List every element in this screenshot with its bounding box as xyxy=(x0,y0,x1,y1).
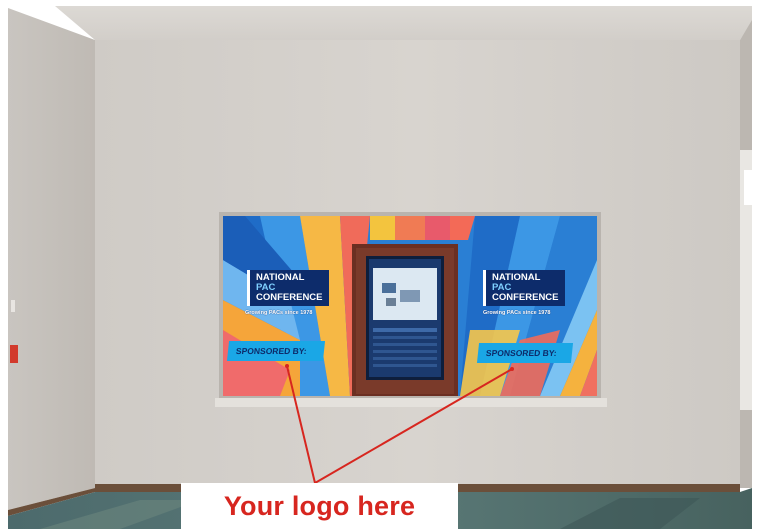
callout-box: Your logo here xyxy=(181,483,458,529)
callout-text: Your logo here xyxy=(223,490,416,521)
banner-right-title-line3: CONFERENCE xyxy=(492,292,559,303)
photo-scene: NATIONAL PAC CONFERENCE Growing PACs sin… xyxy=(0,0,761,529)
left-wall xyxy=(8,8,95,510)
banner-left-tagline: Growing PACs since 1978 xyxy=(245,310,313,316)
room-photo xyxy=(0,0,761,529)
banner-right-tagline: Growing PACs since 1978 xyxy=(483,310,551,316)
banner-left-title: NATIONAL PAC CONFERENCE xyxy=(247,270,329,306)
window-sill xyxy=(215,398,607,407)
banner-left-title-line3: CONFERENCE xyxy=(256,292,323,303)
fire-alarm xyxy=(10,345,18,363)
banner-right-sponsor-label: SPONSORED BY: xyxy=(476,343,574,363)
banner-right-title: NATIONAL PAC CONFERENCE xyxy=(483,270,565,306)
banner-left-sponsor-label: SPONSORED BY: xyxy=(226,341,326,361)
